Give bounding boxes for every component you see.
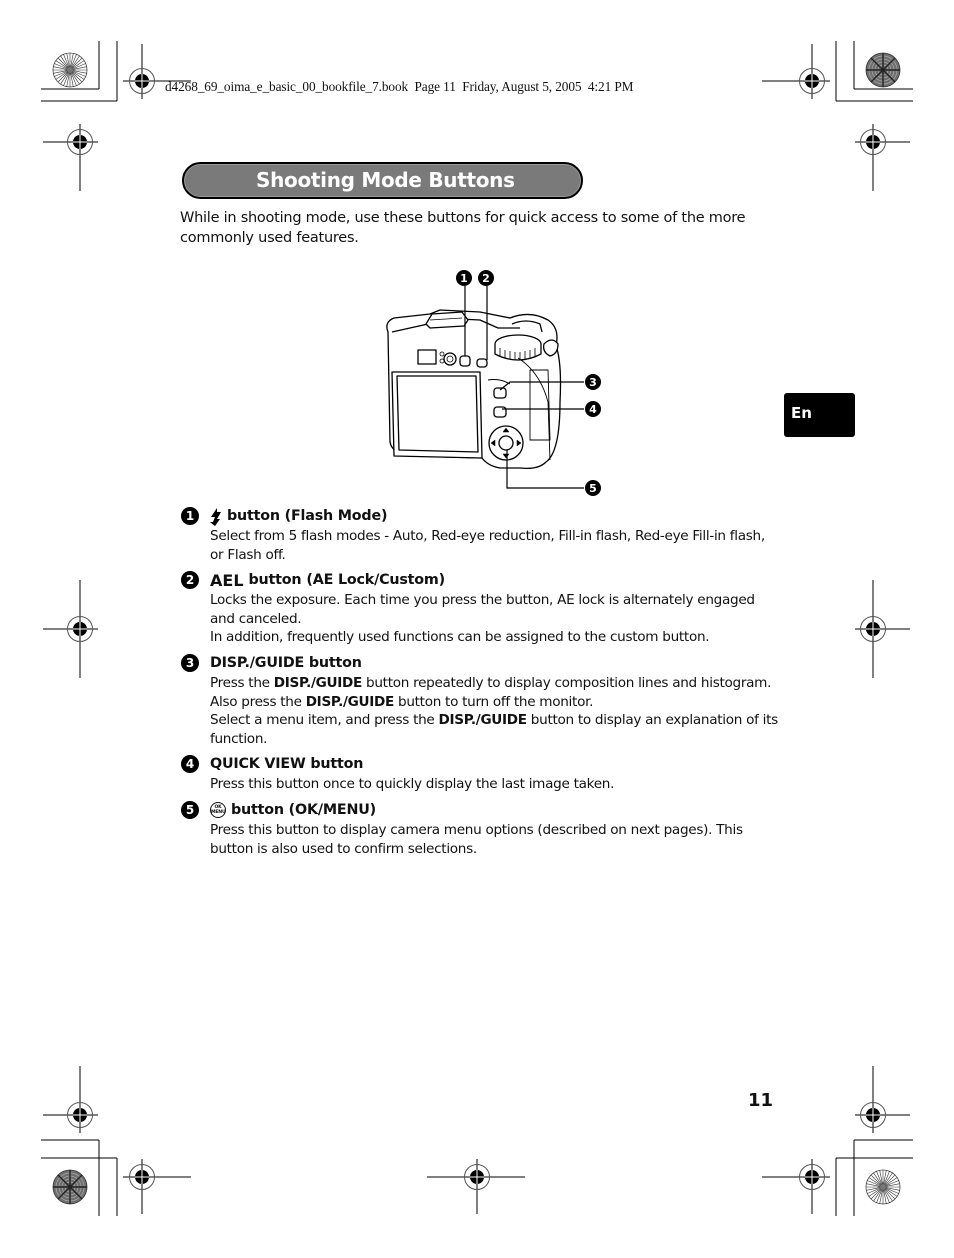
callout-2: 2 bbox=[478, 270, 494, 286]
list-item-quick-view: 4 QUICK VIEW button Press this button on… bbox=[180, 754, 780, 794]
viewfinder bbox=[417, 349, 437, 365]
svg-text:2: 2 bbox=[482, 272, 490, 285]
svg-text:5: 5 bbox=[589, 482, 597, 495]
callout-3: 3 bbox=[585, 374, 601, 390]
ael-symbol: AEL bbox=[210, 571, 244, 591]
item-number-badge: 5 bbox=[181, 800, 199, 819]
ok-button bbox=[498, 435, 514, 451]
callout-5: 5 bbox=[585, 480, 601, 496]
color-target-top-right bbox=[865, 52, 901, 88]
item-number-badge: 4 bbox=[181, 755, 199, 774]
registration-mark bbox=[762, 1159, 830, 1214]
registration-mark bbox=[43, 124, 98, 191]
color-target-bottom-left bbox=[52, 1169, 88, 1205]
language-tab: En bbox=[784, 393, 855, 437]
svg-text:3: 3 bbox=[589, 376, 597, 389]
button-list: 1 button (Flash Mode) Select from 5 flas… bbox=[180, 506, 780, 858]
item-heading-paren: (AE Lock/Custom) bbox=[306, 572, 445, 589]
item-number-badge: 1 bbox=[181, 507, 199, 525]
item-heading: DISP./GUIDE button bbox=[210, 654, 362, 671]
color-target-bottom-right bbox=[865, 1169, 901, 1205]
item-heading: QUICK VIEW button bbox=[210, 756, 364, 773]
list-item-ok-menu: 5 OK MENU button (OK/MENU) Press this but… bbox=[180, 800, 780, 858]
item-heading: button (Flash Mode) bbox=[227, 508, 388, 524]
page-number: 11 bbox=[748, 1090, 774, 1111]
svg-text:4: 4 bbox=[589, 403, 597, 416]
item-description: Press this button to display camera menu… bbox=[210, 821, 743, 857]
ok-menu-icon: OK MENU bbox=[210, 802, 226, 819]
list-item-ael: 2 AEL button (AE Lock/Custom) Locks the … bbox=[180, 570, 780, 647]
item-number-badge: 3 bbox=[181, 653, 199, 672]
list-item-flash: 1 button (Flash Mode) Select from 5 flas… bbox=[180, 506, 780, 564]
ael-button bbox=[476, 358, 488, 368]
intro-paragraph: While in shooting mode, use these button… bbox=[180, 210, 746, 246]
camera-illustration: 1 2 3 4 5 bbox=[386, 270, 601, 496]
registration-mark bbox=[855, 1066, 910, 1133]
item-description: Press the DISP./GUIDE button repeatedly … bbox=[210, 674, 772, 691]
item-heading: button (OK/MENU) bbox=[231, 801, 376, 818]
callout-1: 1 bbox=[456, 270, 472, 286]
registration-mark bbox=[855, 580, 910, 678]
language-tab-label: En bbox=[791, 404, 812, 422]
section-title-banner: Shooting Mode Buttons bbox=[182, 162, 583, 199]
item-description: Also press the DISP./GUIDE button to tur… bbox=[210, 693, 594, 710]
print-header: d4268_69_oima_e_basic_00_bookfile_7.book… bbox=[165, 79, 634, 94]
item-number-badge: 2 bbox=[181, 571, 199, 590]
item-heading: button bbox=[248, 572, 302, 589]
page-title: Shooting Mode Buttons bbox=[256, 168, 515, 192]
svg-text:1: 1 bbox=[460, 272, 468, 285]
flash-button bbox=[459, 355, 471, 367]
registration-mark bbox=[43, 1066, 98, 1133]
registration-mark bbox=[762, 44, 830, 99]
registration-mark bbox=[855, 124, 910, 191]
list-item-disp-guide: 3 DISP./GUIDE button Press the DISP./GUI… bbox=[180, 653, 780, 748]
registration-mark bbox=[123, 1159, 191, 1214]
item-description: In addition, frequently used functions c… bbox=[210, 629, 710, 646]
color-target-top-left bbox=[52, 52, 88, 88]
item-description: Select from 5 flash modes - Auto, Red-ey… bbox=[210, 528, 765, 563]
flash-icon bbox=[210, 507, 221, 526]
callout-4: 4 bbox=[585, 401, 601, 417]
registration-mark bbox=[43, 580, 98, 678]
item-description: Locks the exposure. Each time you press … bbox=[210, 592, 755, 627]
registration-mark bbox=[427, 1159, 525, 1214]
item-description: Select a menu item, and press the DISP./… bbox=[210, 712, 778, 747]
item-description: Press this button once to quickly displa… bbox=[210, 776, 615, 793]
